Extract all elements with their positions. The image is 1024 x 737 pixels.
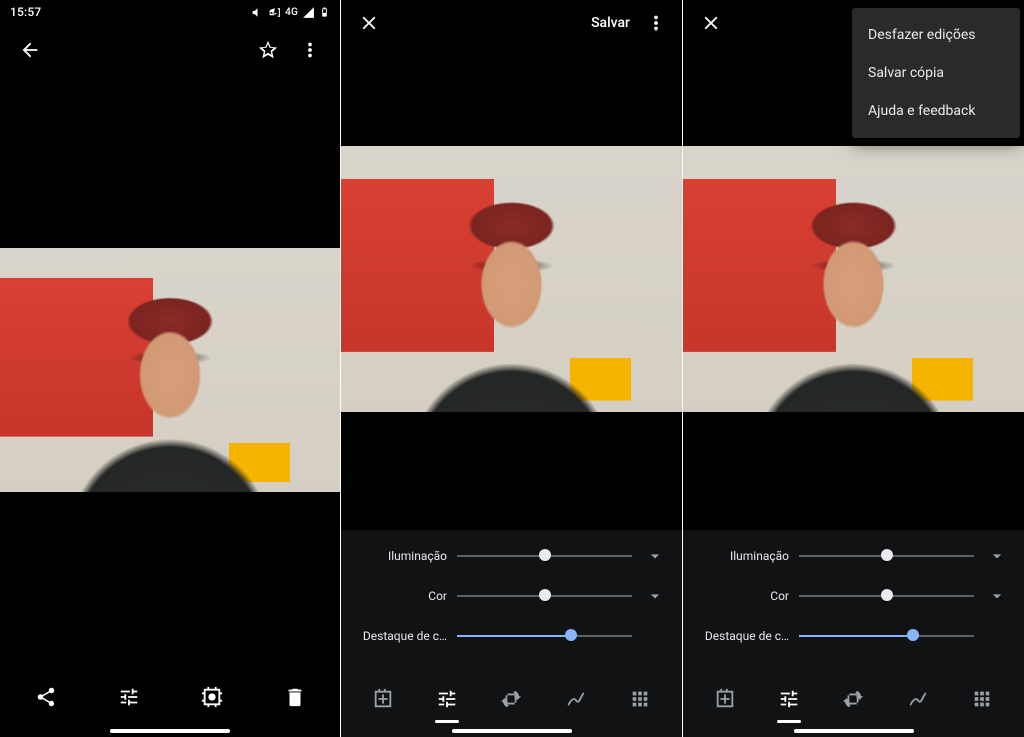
squiggle-icon [907,688,929,710]
editor-sliders: Iluminação Cor Destaque de c… [683,539,1024,659]
save-button[interactable]: Salvar [591,15,630,31]
tool-crop[interactable] [489,677,533,721]
chevron-down-icon [645,546,665,566]
status-icons: 4G [251,5,330,19]
arrow-back-icon [19,39,41,61]
trash-icon [284,686,306,708]
chevron-down-icon [987,586,1007,606]
tool-more[interactable] [618,677,662,721]
expand-button[interactable] [984,543,1010,569]
editor-app-bar: Salvar [341,0,682,46]
more-vert-icon [645,12,667,34]
editor-sliders: Iluminação Cor [341,539,682,659]
slider-label: Cor [697,589,789,603]
squiggle-icon [565,688,587,710]
back-button[interactable] [12,32,48,68]
slider-label: Iluminação [355,549,447,563]
slider-track[interactable] [457,623,632,649]
editor-toolstrip [683,673,1024,725]
lens-button[interactable] [194,679,230,715]
slider-label: Iluminação [697,549,789,563]
crop-rotate-icon [500,688,522,710]
tool-adjust[interactable] [425,677,469,721]
chevron-down-icon [645,586,665,606]
close-button[interactable] [693,5,729,41]
slider-color: Cor [697,583,1010,609]
edit-button[interactable] [111,679,147,715]
slider-track[interactable] [799,583,974,609]
crop-rotate-icon [842,688,864,710]
tool-markup[interactable] [554,677,598,721]
slider-track[interactable] [457,583,632,609]
more-vert-icon [299,39,321,61]
gesture-bar [794,729,914,733]
tool-markup[interactable] [896,677,940,721]
status-network-label: 4G [285,7,298,18]
close-button[interactable] [351,5,387,41]
tune-icon [436,688,458,710]
editor-pane-with-menu: Iluminação Cor Destaque de c… [683,0,1024,737]
slider-track[interactable] [799,623,974,649]
tune-icon [118,686,140,708]
grid-icon [629,688,651,710]
tool-adjust[interactable] [767,677,811,721]
tune-icon [778,688,800,710]
menu-save-copy[interactable]: Salvar cópia [852,54,1020,92]
slider-color-pop: Destaque de c… [697,623,1010,649]
viewer-app-bar [0,28,340,72]
overflow-menu: Desfazer edições Salvar cópia Ajuda e fe… [852,8,1020,138]
menu-help-feedback[interactable]: Ajuda e feedback [852,92,1020,130]
auto-enhance-icon [714,688,736,710]
chevron-down-icon [987,546,1007,566]
menu-undo-edits[interactable]: Desfazer edições [852,16,1020,54]
auto-enhance-icon [372,688,394,710]
gesture-bar [110,729,230,733]
delete-button[interactable] [277,679,313,715]
favorite-button[interactable] [250,32,286,68]
slider-illumination: Iluminação [355,543,668,569]
status-bar: 15:57 4G [0,0,340,24]
expand-button[interactable] [642,583,668,609]
editor-toolstrip [341,673,682,725]
viewer-bottom-bar [0,669,340,725]
expand-button[interactable] [984,583,1010,609]
share-icon [35,686,57,708]
tool-crop[interactable] [831,677,875,721]
editor-photo-preview[interactable] [683,146,1024,412]
slider-illumination: Iluminação [697,543,1010,569]
editor-more-button[interactable] [638,5,674,41]
expand-button[interactable] [642,543,668,569]
close-icon [358,12,380,34]
editor-pane: Salvar Iluminação Cor [341,0,682,737]
tool-suggestions[interactable] [703,677,747,721]
slider-label: Destaque de c… [355,629,447,643]
tool-more[interactable] [960,677,1004,721]
slider-color-pop: Destaque de c… [355,623,668,649]
slider-color: Cor [355,583,668,609]
slider-track[interactable] [799,543,974,569]
share-button[interactable] [28,679,64,715]
lens-icon [201,686,223,708]
more-button[interactable] [292,32,328,68]
gesture-bar [452,729,572,733]
editor-photo-preview[interactable] [341,146,682,412]
photo-preview[interactable] [0,248,340,492]
star-outline-icon [257,39,279,61]
tool-suggestions[interactable] [361,677,405,721]
slider-label: Cor [355,589,447,603]
slider-label: Destaque de c… [697,629,789,643]
viewer-pane: 15:57 4G [0,0,340,737]
grid-icon [971,688,993,710]
close-icon [700,12,722,34]
slider-track[interactable] [457,543,632,569]
status-time: 15:57 [10,5,41,19]
